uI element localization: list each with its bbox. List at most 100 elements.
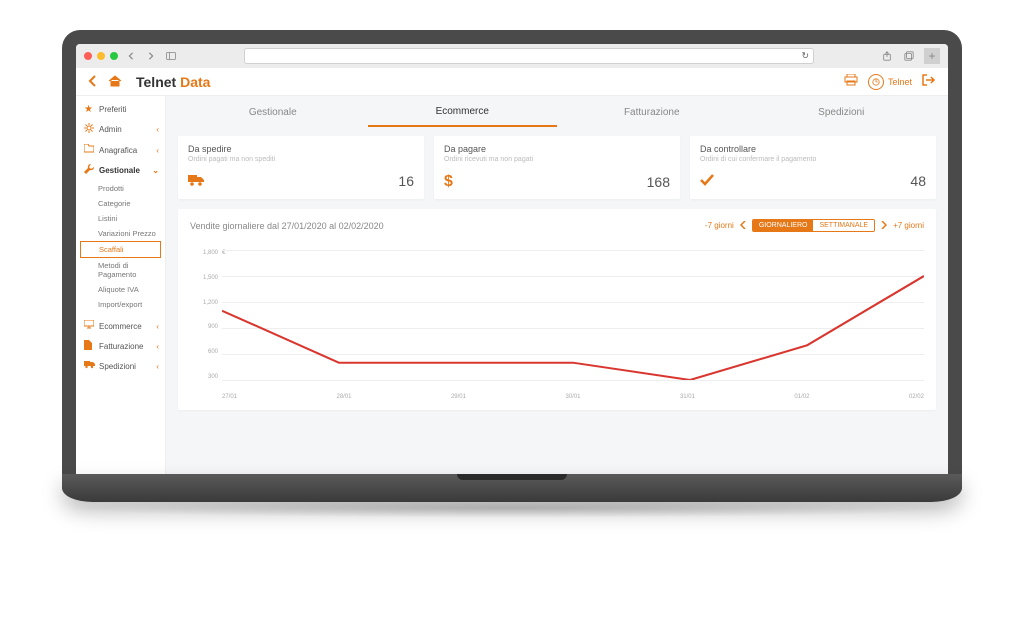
print-icon[interactable] [844, 74, 858, 89]
browser-sidebar-button[interactable] [164, 49, 178, 63]
chart-next-label[interactable]: +7 giorni [893, 221, 924, 230]
chart-plot [222, 250, 924, 380]
share-button[interactable] [880, 49, 894, 63]
close-window-button[interactable] [84, 52, 92, 60]
app-logo: Telnet Data [136, 74, 210, 90]
toggle-settimanale[interactable]: SETTIMANALE [813, 220, 874, 231]
sidebar-item-ecommerce[interactable]: Ecommerce ‹ [76, 316, 165, 336]
card-subtitle: Ordini ricevuti ma non pagati [444, 156, 670, 163]
chart-prev-button[interactable] [740, 221, 746, 231]
window-controls [84, 52, 118, 60]
tabs-button[interactable] [902, 49, 916, 63]
tab-gestionale[interactable]: Gestionale [178, 99, 368, 126]
back-icon[interactable] [88, 74, 98, 90]
chevron-left-icon: ‹ [156, 322, 159, 331]
app-body: ★ Preferiti Admin ‹ [76, 96, 948, 474]
sidebar-item-label: Spedizioni [99, 362, 136, 371]
card-da-pagare[interactable]: Da pagare Ordini ricevuti ma non pagati … [434, 136, 680, 199]
chart-line [222, 250, 924, 380]
card-title: Da pagare [444, 144, 670, 154]
card-da-spedire[interactable]: Da spedire Ordini pagati ma non spediti … [178, 136, 424, 199]
card-value: 168 [647, 174, 670, 190]
sidebar-item-fatturazione[interactable]: Fatturazione ‹ [76, 336, 165, 357]
sidebar-sub-variazioni[interactable]: Variazioni Prezzo [76, 226, 165, 241]
sidebar-item-label: Anagrafica [99, 146, 137, 155]
chart-y-axis: 1,800 € 1,500 1,200 900 600 300 [190, 250, 218, 380]
sidebar-item-gestionale[interactable]: Gestionale ⌄ [76, 160, 165, 181]
user-menu[interactable]: Telnet [868, 74, 912, 90]
chart-area: 1,800 € 1,500 1,200 900 600 300 [190, 250, 924, 400]
sidebar-sub-prodotti[interactable]: Prodotti [76, 181, 165, 196]
laptop-base [62, 474, 962, 502]
card-title: Da controllare [700, 144, 926, 154]
sidebar-sub-scaffali[interactable]: Scaffali [80, 241, 161, 258]
sidebar-item-anagrafica[interactable]: Anagrafica ‹ [76, 140, 165, 160]
browser-toolbar: ↻ + [76, 44, 948, 68]
chart-header: Vendite giornaliere dal 27/01/2020 al 02… [190, 219, 924, 232]
sidebar-item-admin[interactable]: Admin ‹ [76, 119, 165, 140]
laptop-frame: ↻ + [62, 30, 962, 518]
chevron-left-icon: ‹ [156, 125, 159, 134]
tab-fatturazione[interactable]: Fatturazione [557, 99, 747, 126]
app-topbar: Telnet Data Telnet [76, 68, 948, 96]
logo-part1: Telnet [136, 74, 180, 90]
summary-cards: Da spedire Ordini pagati ma non spediti … [178, 136, 936, 199]
wrench-icon [84, 164, 94, 177]
star-icon: ★ [84, 104, 94, 115]
sidebar-sub-metodi[interactable]: Metodi di Pagamento [76, 258, 165, 282]
chevron-down-icon: ⌄ [152, 166, 159, 175]
card-title: Da spedire [188, 144, 414, 154]
sidebar-sub-categorie[interactable]: Categorie [76, 196, 165, 211]
tab-ecommerce[interactable]: Ecommerce [368, 98, 558, 127]
sidebar-sub-listini[interactable]: Listini [76, 211, 165, 226]
sidebar-item-label: Fatturazione [99, 342, 143, 351]
card-da-controllare[interactable]: Da controllare Ordini di cui confermare … [690, 136, 936, 199]
main-content: Gestionale Ecommerce Fatturazione Spediz… [166, 96, 948, 474]
check-icon [700, 174, 714, 189]
sidebar-item-preferiti[interactable]: ★ Preferiti [76, 100, 165, 119]
chart-title: Vendite giornaliere dal 27/01/2020 al 02… [190, 221, 384, 231]
chevron-left-icon: ‹ [156, 342, 159, 351]
sidebar: ★ Preferiti Admin ‹ [76, 96, 166, 474]
main-tabs: Gestionale Ecommerce Fatturazione Spediz… [178, 96, 936, 128]
sidebar-item-label: Admin [99, 125, 122, 134]
sidebar-item-label: Ecommerce [99, 322, 142, 331]
chevron-left-icon: ‹ [156, 362, 159, 371]
toggle-giornaliero[interactable]: GIORNALIERO [753, 220, 814, 231]
logout-icon[interactable] [922, 74, 936, 89]
sidebar-item-label: Preferiti [99, 105, 127, 114]
card-subtitle: Ordini pagati ma non spediti [188, 156, 414, 163]
chart-x-axis: 27/01 28/01 29/01 30/01 31/01 01/02 02/0… [222, 394, 924, 400]
new-tab-button[interactable]: + [924, 48, 940, 64]
file-icon [84, 340, 94, 353]
sidebar-item-spedizioni[interactable]: Spedizioni ‹ [76, 357, 165, 376]
chart-panel: Vendite giornaliere dal 27/01/2020 al 02… [178, 209, 936, 410]
browser-forward-button[interactable] [144, 49, 158, 63]
tab-spedizioni[interactable]: Spedizioni [747, 99, 937, 126]
truck-icon [84, 361, 94, 372]
browser-back-button[interactable] [124, 49, 138, 63]
chart-next-button[interactable] [881, 221, 887, 231]
dollar-icon: $ [444, 173, 453, 191]
refresh-icon[interactable]: ↻ [801, 51, 809, 62]
sidebar-sub-import[interactable]: Import/export [76, 297, 165, 312]
sidebar-item-label: Gestionale [99, 166, 140, 175]
minimize-window-button[interactable] [97, 52, 105, 60]
laptop-screen: ↻ + [62, 30, 962, 474]
card-subtitle: Ordini di cui confermare il pagamento [700, 156, 926, 163]
maximize-window-button[interactable] [110, 52, 118, 60]
gear-icon [84, 123, 94, 136]
sidebar-sub-aliquote[interactable]: Aliquote IVA [76, 282, 165, 297]
home-icon[interactable] [108, 74, 122, 90]
app-root: Telnet Data Telnet [76, 68, 948, 474]
truck-icon [188, 174, 204, 189]
folder-icon [84, 144, 94, 156]
user-icon [868, 74, 884, 90]
monitor-icon [84, 320, 94, 332]
chart-period-toggle: GIORNALIERO SETTIMANALE [752, 219, 875, 232]
card-value: 48 [910, 173, 926, 189]
card-value: 16 [398, 173, 414, 189]
screen-content: ↻ + [76, 44, 948, 474]
chart-prev-label[interactable]: -7 giorni [705, 221, 734, 230]
browser-url-bar[interactable]: ↻ [244, 48, 814, 64]
